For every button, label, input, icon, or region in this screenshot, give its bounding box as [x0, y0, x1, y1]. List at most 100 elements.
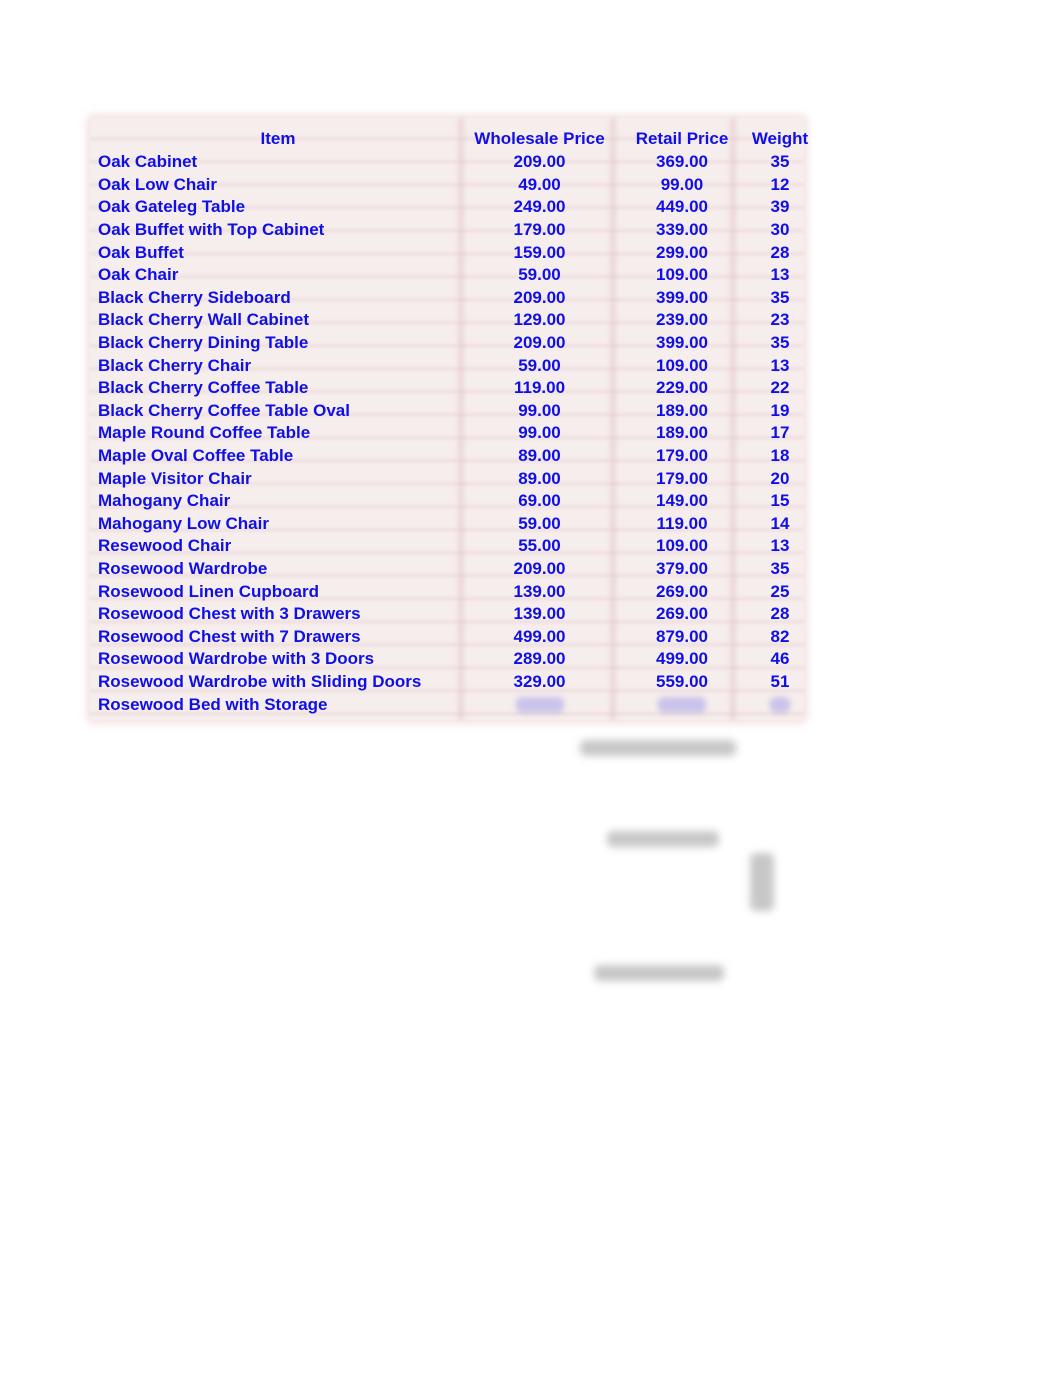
retail-price-cell[interactable]: 499.00	[621, 648, 743, 671]
item-cell[interactable]: Black Cherry Sideboard	[98, 287, 458, 310]
weight-cell[interactable]: 13	[743, 264, 817, 287]
wholesale-price-cell[interactable]: 179.00	[458, 219, 621, 242]
wholesale-price-cell[interactable]: 139.00	[458, 603, 621, 626]
weight-cell[interactable]: 30	[743, 219, 817, 242]
weight-cell[interactable]: 13	[743, 354, 817, 377]
weight-cell[interactable]: 23	[743, 309, 817, 332]
wholesale-price-cell[interactable]: 49.00	[458, 174, 621, 197]
item-cell[interactable]: Rosewood Wardrobe with 3 Doors	[98, 648, 458, 671]
wholesale-price-cell[interactable]: 209.00	[458, 287, 621, 310]
weight-cell[interactable]: 51	[743, 671, 817, 694]
wholesale-price-cell[interactable]: 499.00	[458, 625, 621, 648]
retail-price-cell[interactable]: 339.00	[621, 219, 743, 242]
wholesale-price-cell[interactable]: 89.00	[458, 445, 621, 468]
item-cell[interactable]: Rosewood Wardrobe	[98, 558, 458, 581]
item-cell[interactable]: Black Cherry Coffee Table	[98, 377, 458, 400]
wholesale-price-cell[interactable]: 69.00	[458, 490, 621, 513]
item-cell[interactable]: Black Cherry Wall Cabinet	[98, 309, 458, 332]
retail-price-cell[interactable]: 229.00	[621, 377, 743, 400]
retail-price-cell[interactable]: 239.00	[621, 309, 743, 332]
item-cell[interactable]: Resewood Chair	[98, 535, 458, 558]
wholesale-price-cell[interactable]: 129.00	[458, 309, 621, 332]
retail-price-cell[interactable]: 399.00	[621, 287, 743, 310]
retail-price-cell[interactable]: 299.00	[621, 241, 743, 264]
item-cell[interactable]: Maple Visitor Chair	[98, 467, 458, 490]
wholesale-price-cell[interactable]: 329.00	[458, 671, 621, 694]
retail-price-cell[interactable]: 119.00	[621, 513, 743, 536]
retail-price-cell[interactable]: 189.00	[621, 400, 743, 423]
weight-cell[interactable]: 22	[743, 377, 817, 400]
item-cell[interactable]: Mahogany Low Chair	[98, 513, 458, 536]
item-cell[interactable]: Rosewood Wardrobe with Sliding Doors	[98, 671, 458, 694]
retail-price-cell[interactable]: 559.00	[621, 671, 743, 694]
weight-cell[interactable]: 35	[743, 558, 817, 581]
retail-price-cell[interactable]: 109.00	[621, 535, 743, 558]
retail-price-cell[interactable]: 189.00	[621, 422, 743, 445]
wholesale-price-cell[interactable]: 139.00	[458, 580, 621, 603]
retail-price-cell[interactable]: 399.00	[621, 332, 743, 355]
retail-price-cell[interactable]: 99.00	[621, 174, 743, 197]
wholesale-price-cell[interactable]: 55.00	[458, 535, 621, 558]
retail-price-cell[interactable]	[621, 693, 743, 716]
item-cell[interactable]: Maple Round Coffee Table	[98, 422, 458, 445]
wholesale-price-cell[interactable]: 209.00	[458, 151, 621, 174]
item-cell[interactable]: Maple Oval Coffee Table	[98, 445, 458, 468]
item-cell[interactable]: Rosewood Chest with 3 Drawers	[98, 603, 458, 626]
wholesale-price-cell[interactable]: 209.00	[458, 558, 621, 581]
item-cell[interactable]: Black Cherry Dining Table	[98, 332, 458, 355]
weight-cell[interactable]: 35	[743, 151, 817, 174]
item-cell[interactable]: Oak Low Chair	[98, 174, 458, 197]
item-cell[interactable]: Oak Gateleg Table	[98, 196, 458, 219]
weight-cell[interactable]: 13	[743, 535, 817, 558]
weight-cell[interactable]: 25	[743, 580, 817, 603]
wholesale-price-cell[interactable]: 119.00	[458, 377, 621, 400]
weight-cell[interactable]: 20	[743, 467, 817, 490]
wholesale-price-cell[interactable]: 99.00	[458, 422, 621, 445]
weight-cell[interactable]: 35	[743, 287, 817, 310]
weight-cell[interactable]: 18	[743, 445, 817, 468]
weight-cell[interactable]: 39	[743, 196, 817, 219]
weight-cell[interactable]: 14	[743, 513, 817, 536]
wholesale-price-cell[interactable]: 289.00	[458, 648, 621, 671]
weight-cell[interactable]: 82	[743, 625, 817, 648]
weight-cell[interactable]: 12	[743, 174, 817, 197]
item-cell[interactable]: Rosewood Linen Cupboard	[98, 580, 458, 603]
retail-price-cell[interactable]: 179.00	[621, 467, 743, 490]
weight-cell[interactable]	[743, 693, 817, 716]
wholesale-price-cell[interactable]: 59.00	[458, 513, 621, 536]
wholesale-price-cell[interactable]	[458, 693, 621, 716]
weight-cell[interactable]: 15	[743, 490, 817, 513]
retail-price-cell[interactable]: 109.00	[621, 354, 743, 377]
item-cell[interactable]: Oak Buffet	[98, 241, 458, 264]
weight-cell[interactable]: 46	[743, 648, 817, 671]
retail-price-cell[interactable]: 149.00	[621, 490, 743, 513]
weight-cell[interactable]: 28	[743, 603, 817, 626]
wholesale-price-cell[interactable]: 249.00	[458, 196, 621, 219]
retail-price-cell[interactable]: 369.00	[621, 151, 743, 174]
item-cell[interactable]: Oak Chair	[98, 264, 458, 287]
item-cell[interactable]: Black Cherry Coffee Table Oval	[98, 400, 458, 423]
weight-cell[interactable]: 35	[743, 332, 817, 355]
retail-price-cell[interactable]: 269.00	[621, 580, 743, 603]
item-cell[interactable]: Oak Buffet with Top Cabinet	[98, 219, 458, 242]
retail-price-cell[interactable]: 109.00	[621, 264, 743, 287]
item-cell[interactable]: Black Cherry Chair	[98, 354, 458, 377]
weight-cell[interactable]: 28	[743, 241, 817, 264]
retail-price-cell[interactable]: 269.00	[621, 603, 743, 626]
retail-price-cell[interactable]: 449.00	[621, 196, 743, 219]
retail-price-cell[interactable]: 379.00	[621, 558, 743, 581]
weight-cell[interactable]: 19	[743, 400, 817, 423]
retail-price-cell[interactable]: 879.00	[621, 625, 743, 648]
wholesale-price-cell[interactable]: 209.00	[458, 332, 621, 355]
wholesale-price-cell[interactable]: 99.00	[458, 400, 621, 423]
wholesale-price-cell[interactable]: 89.00	[458, 467, 621, 490]
wholesale-price-cell[interactable]: 59.00	[458, 264, 621, 287]
wholesale-price-cell[interactable]: 159.00	[458, 241, 621, 264]
item-cell[interactable]: Rosewood Bed with Storage	[98, 693, 458, 716]
item-cell[interactable]: Mahogany Chair	[98, 490, 458, 513]
item-cell[interactable]: Oak Cabinet	[98, 151, 458, 174]
wholesale-price-cell[interactable]: 59.00	[458, 354, 621, 377]
item-cell[interactable]: Rosewood Chest with 7 Drawers	[98, 625, 458, 648]
weight-cell[interactable]: 17	[743, 422, 817, 445]
retail-price-cell[interactable]: 179.00	[621, 445, 743, 468]
